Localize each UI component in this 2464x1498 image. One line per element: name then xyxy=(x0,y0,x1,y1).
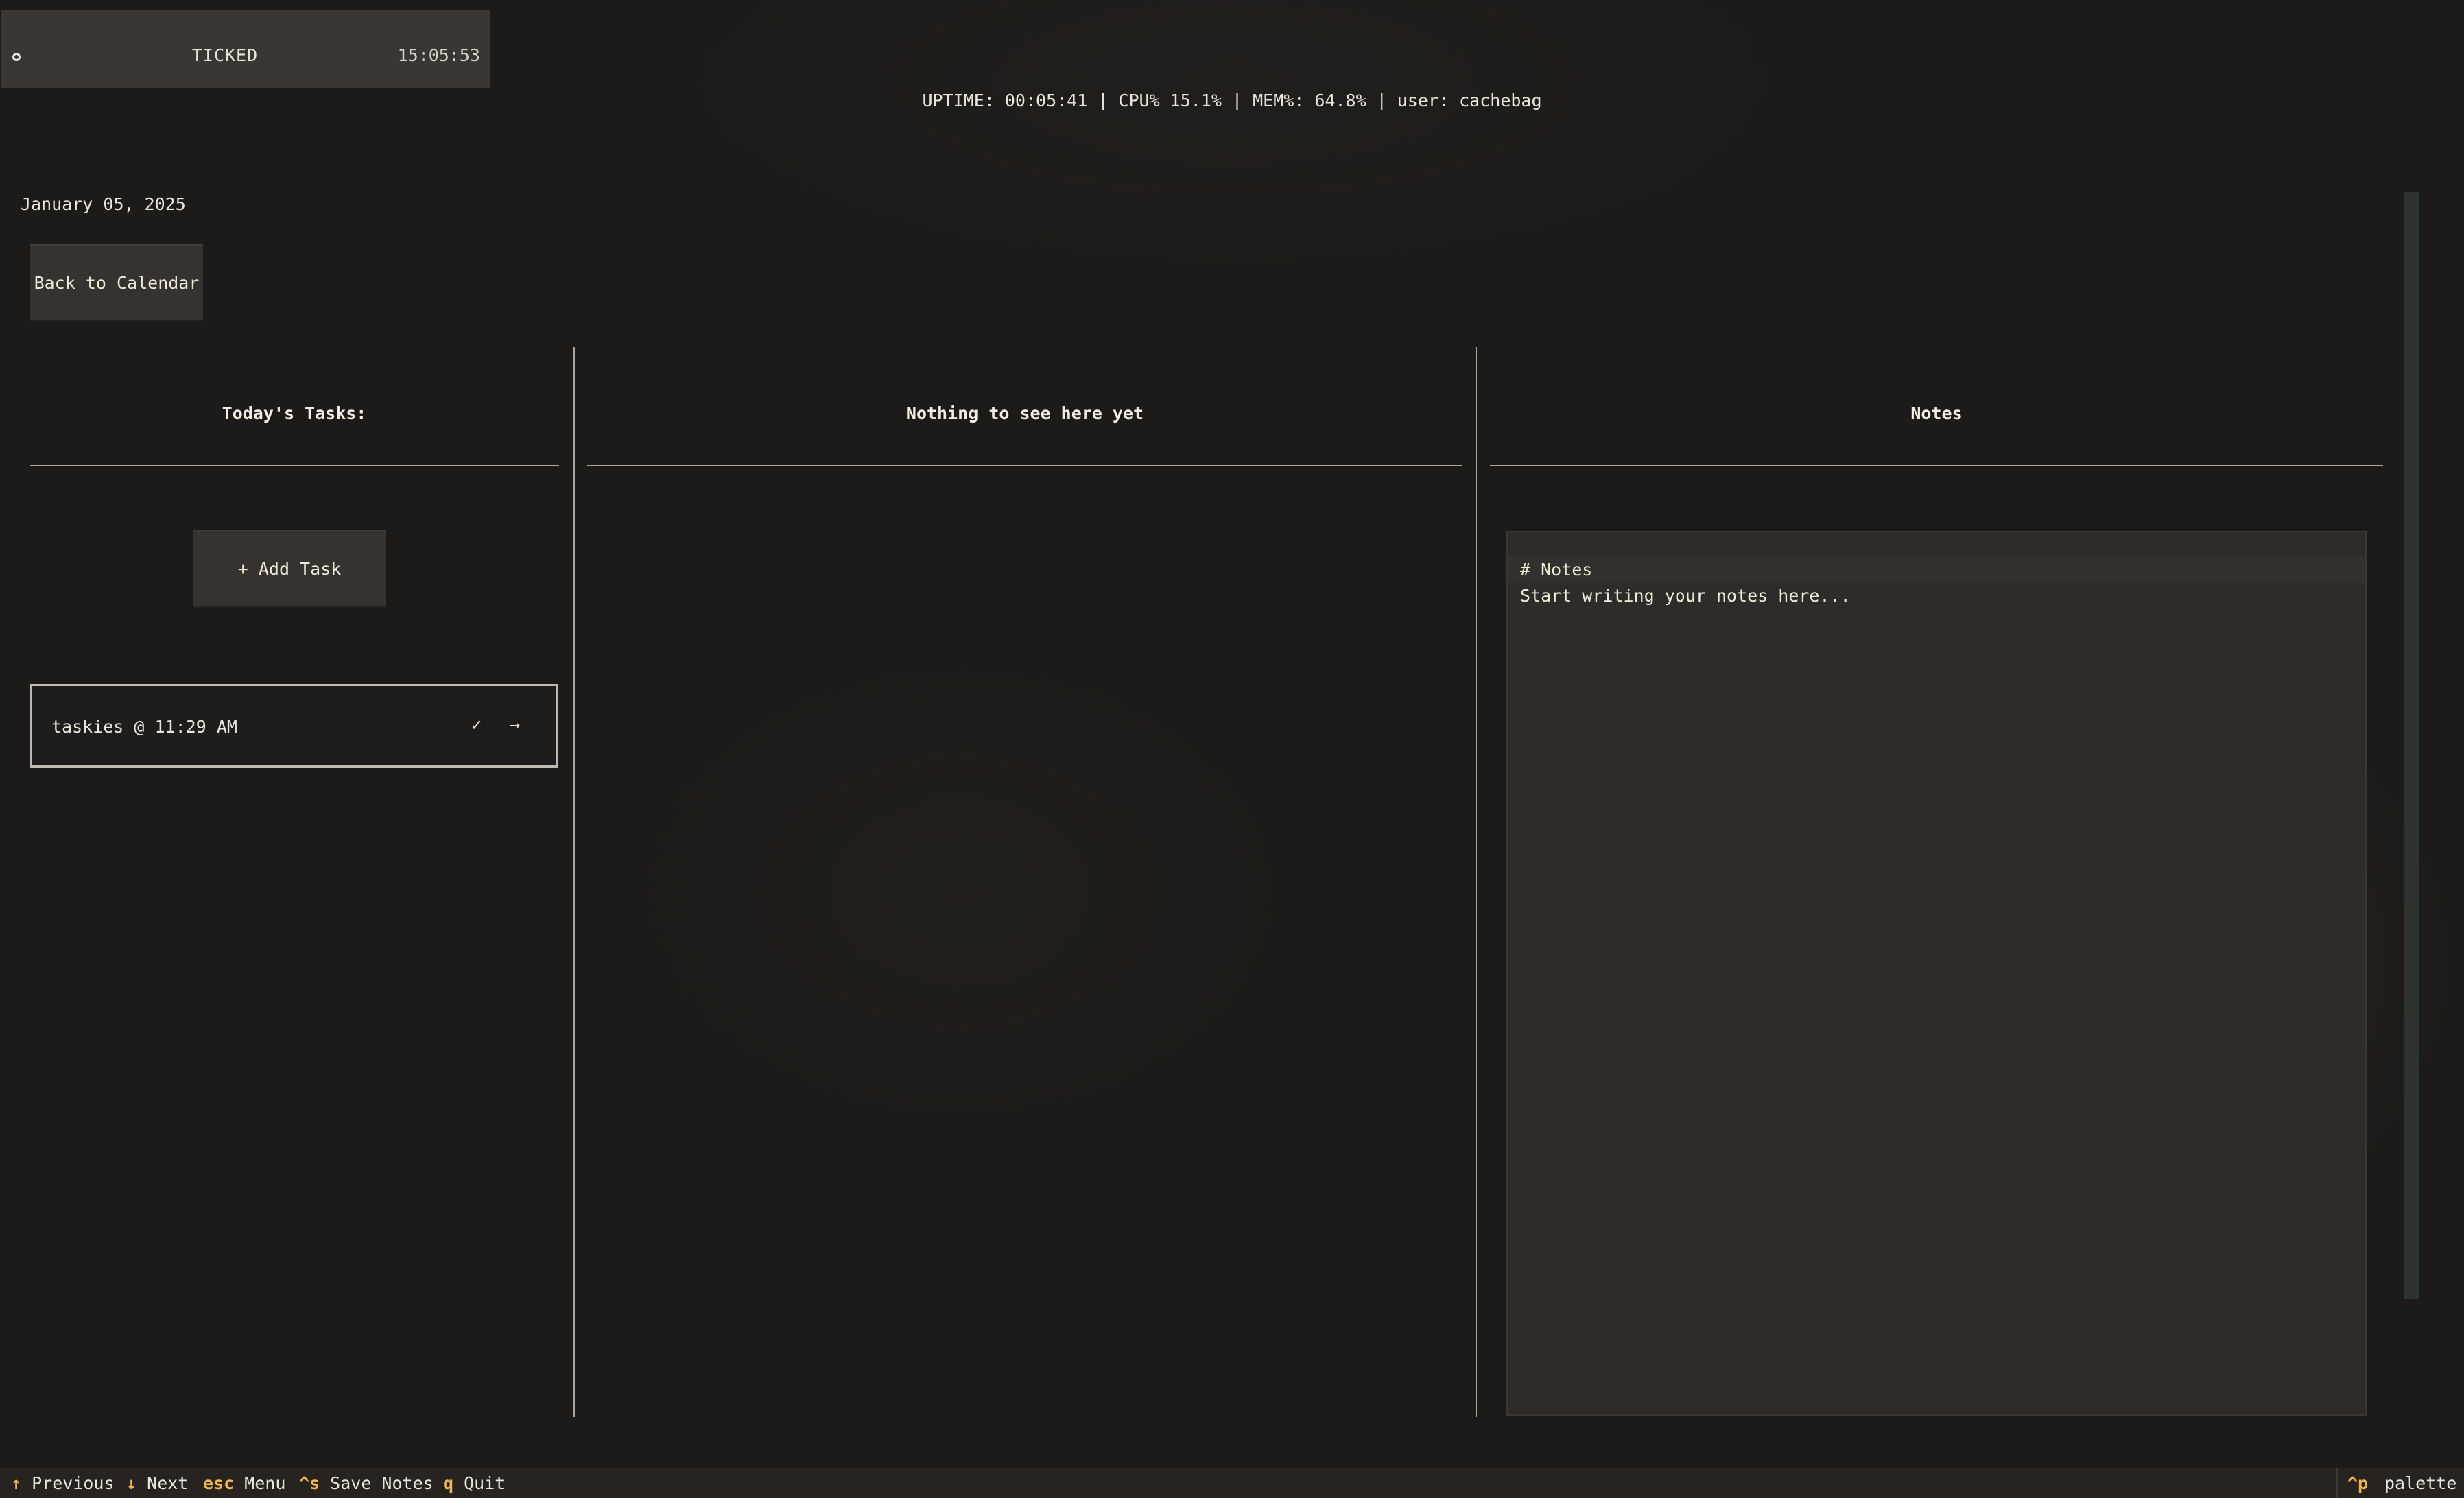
footer-next-label: Next xyxy=(147,1473,189,1493)
footer-palette-label: palette xyxy=(2384,1473,2457,1493)
footer-quit[interactable]: q Quit xyxy=(443,1473,505,1493)
footer-menu[interactable]: esc Menu xyxy=(203,1473,285,1493)
system-info: UPTIME: 00:05:41 | CPU% 15.1% | MEM%: 64… xyxy=(922,91,1542,110)
column-divider xyxy=(573,347,575,1417)
footer-quit-key: q xyxy=(443,1473,454,1493)
task-label: taskies @ 11:29 AM xyxy=(51,717,237,737)
footer-previous[interactable]: ↑ Previous xyxy=(11,1473,115,1493)
arrow-up-icon: ↑ xyxy=(11,1473,22,1493)
add-task-button[interactable]: + Add Task xyxy=(193,530,386,608)
arrow-down-icon: ↓ xyxy=(126,1473,137,1493)
header-clock: 15:05:53 xyxy=(397,45,480,65)
notes-rule xyxy=(1490,465,2383,466)
middle-rule xyxy=(587,465,1462,466)
footer-save-key: ^s xyxy=(299,1473,320,1493)
arrow-right-icon[interactable]: → xyxy=(510,715,520,735)
notes-line: Start writing your notes here... xyxy=(1520,586,1851,606)
back-to-calendar-button[interactable]: Back to Calendar xyxy=(30,244,203,321)
footer-menu-key: esc xyxy=(203,1473,235,1493)
footer-save-notes[interactable]: ^s Save Notes xyxy=(299,1473,434,1493)
notes-editor[interactable]: # Notes Start writing your notes here... xyxy=(1506,531,2367,1416)
checkmark-icon[interactable]: ✓ xyxy=(471,715,482,735)
footer-bar: ↑ Previous ↓ Next esc Menu ^s Save Notes… xyxy=(0,1468,2464,1498)
footer-next[interactable]: ↓ Next xyxy=(126,1473,188,1493)
task-item[interactable]: taskies @ 11:29 AM ✓ → xyxy=(30,684,558,768)
tasks-title: Today's Tasks: xyxy=(222,403,367,423)
header-bar: TICKED 15:05:53 xyxy=(1,10,490,88)
footer-save-label: Save Notes xyxy=(330,1473,434,1493)
footer-palette[interactable]: ^p palette xyxy=(2336,1468,2464,1498)
tasks-rule xyxy=(30,465,559,466)
footer-palette-key: ^p xyxy=(2347,1473,2369,1493)
footer-quit-label: Quit xyxy=(464,1473,506,1493)
notes-line: # Notes xyxy=(1508,557,2365,583)
column-divider xyxy=(1476,347,1477,1417)
middle-title: Nothing to see here yet xyxy=(905,403,1144,423)
page-date: January 05, 2025 xyxy=(21,194,186,214)
footer-menu-label: Menu xyxy=(244,1473,286,1493)
footer-previous-label: Previous xyxy=(32,1473,115,1493)
scrollbar[interactable] xyxy=(2404,192,2419,1299)
notes-title: Notes xyxy=(1910,403,1963,423)
